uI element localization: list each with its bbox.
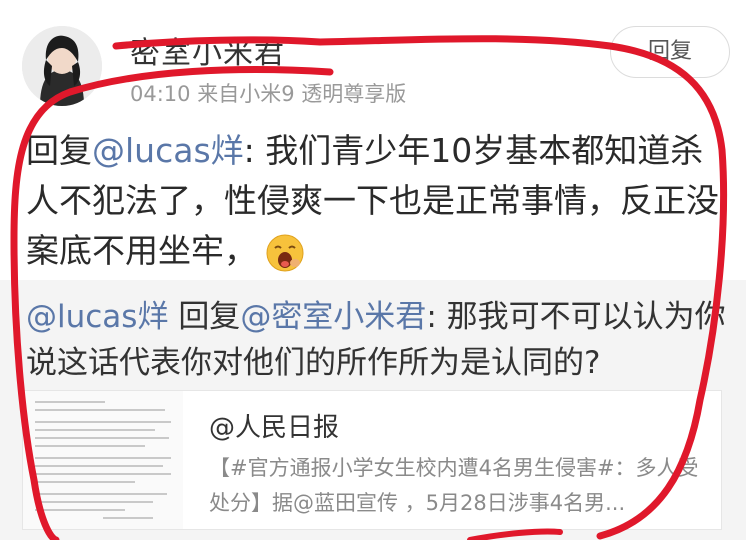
comment-text: 回复@lucas烊: 我们青少年10岁基本都知道杀人不犯法了，性侵爽一下也是正常… [26, 126, 726, 276]
embedded-post-thumbnail [23, 391, 183, 529]
reply-button[interactable]: 回复 [610, 26, 730, 78]
quoted-reply-text: @lucas烊 回复@密室小米君: 那我可不可以认为你说这话代表你对他们的所作所… [26, 294, 726, 386]
quote-author-mention[interactable]: @lucas烊 [26, 299, 168, 335]
mention-link[interactable]: @lucas烊 [92, 131, 244, 170]
username[interactable]: 密室小米君 [130, 28, 285, 72]
quote-target-mention[interactable]: @密室小米君 [240, 299, 426, 335]
reply-prefix: 回复 [26, 131, 92, 170]
quote-reply-word: 回复 [178, 299, 241, 335]
yawning-face-icon [265, 233, 305, 273]
post-meta: 04:10 来自小米9 透明尊享版 [130, 82, 407, 106]
embedded-post-description: 【#官方通报小学女生校内遭4名男生侵害#：多人受处分】据@蓝田宣传 ，5月28日… [209, 456, 699, 515]
avatar[interactable] [22, 26, 102, 106]
comment-card: 密室小米君 04:10 来自小米9 透明尊享版 回复 回复@lucas烊: 我们… [0, 0, 746, 540]
avatar-image [22, 26, 102, 106]
embedded-post-author[interactable]: @人民日报 [209, 407, 339, 444]
embedded-post-card[interactable]: @人民日报 【#官方通报小学女生校内遭4名男生侵害#：多人受处分】据@蓝田宣传 … [22, 390, 722, 530]
